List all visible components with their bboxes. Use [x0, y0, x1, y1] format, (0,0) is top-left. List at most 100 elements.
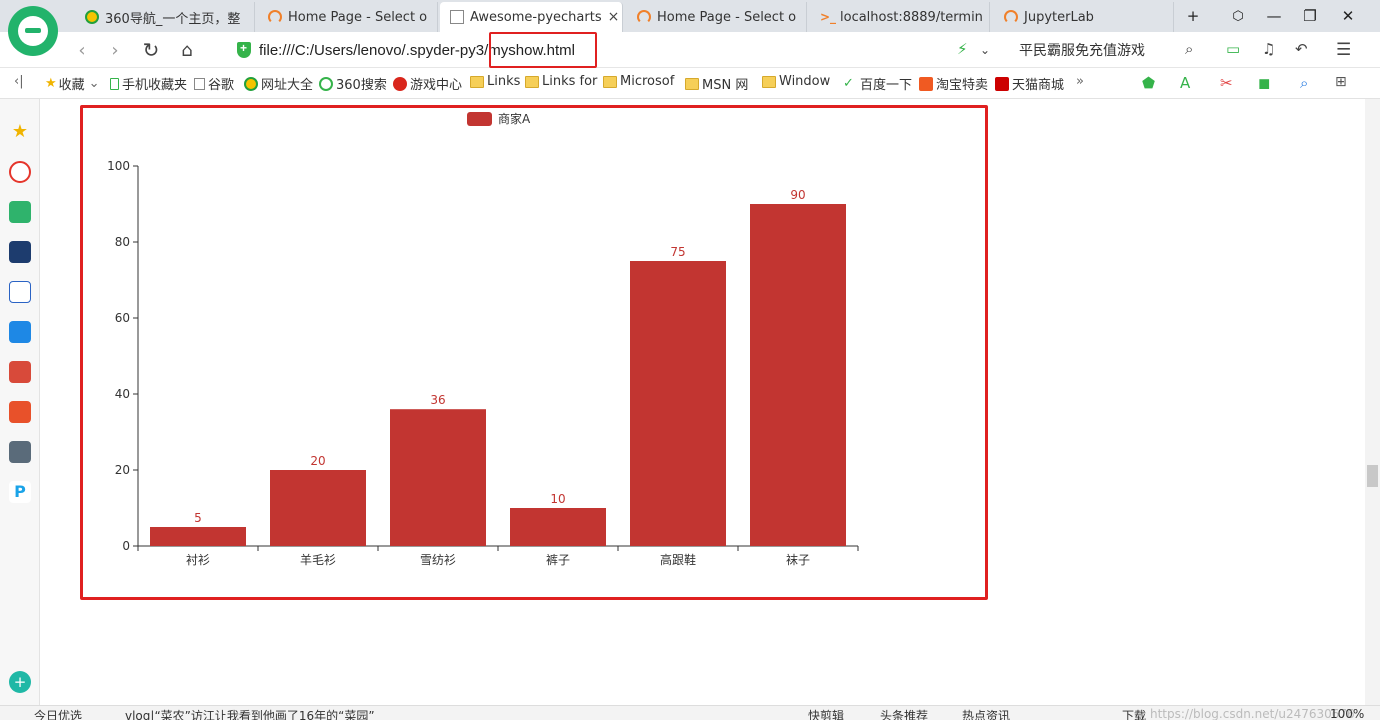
tab-360-nav[interactable]: 360导航_一个主页，整	[75, 2, 255, 32]
status-news-ticker[interactable]: vlog|“菜农”访江让我看到他画了16年的“菜园”	[125, 707, 375, 720]
status-today-pick[interactable]: 今日优选	[34, 707, 82, 720]
folder-icon	[525, 75, 539, 88]
url-prefix: file:///C:/Users/lenovo/.spyder-py3/	[259, 41, 489, 59]
bookmark-label: MSN 网	[702, 78, 749, 93]
maximize-button[interactable]: ❐	[1292, 0, 1328, 32]
y-tick-label: 20	[115, 463, 130, 477]
legend-swatch	[467, 112, 492, 126]
bookmark-label: 天猫商城	[1012, 78, 1065, 93]
shield-ext-icon[interactable]: ⬟	[1142, 74, 1155, 92]
undo-icon[interactable]: ↶	[1295, 40, 1308, 58]
back-arrow-icon[interactable]: ‹	[70, 38, 94, 62]
apps-grid-icon[interactable]: ⊞	[1335, 74, 1347, 90]
y-tick-label: 0	[122, 539, 130, 553]
close-window-button[interactable]: ✕	[1330, 0, 1366, 32]
360-icon	[244, 76, 258, 91]
bookmark-item[interactable]: 谷歌	[194, 74, 234, 93]
favorites-icon[interactable]: ★	[9, 121, 31, 143]
new-tab-button[interactable]: +	[1175, 0, 1211, 32]
bookmark-label: 百度一下	[860, 78, 913, 93]
bookmark-item[interactable]: 手机收藏夹	[110, 74, 187, 93]
shirt-skin-icon[interactable]: ⬡	[1220, 0, 1256, 32]
bookmark-item[interactable]: Window	[762, 74, 830, 89]
tab-label: Home Page - Select o	[657, 9, 797, 25]
forward-arrow-icon[interactable]: ›	[103, 38, 127, 62]
more-bookmarks-icon[interactable]: »	[1076, 74, 1084, 89]
tab-terminal[interactable]: >_ localhost:8889/termin	[810, 2, 990, 32]
bookmark-item[interactable]: Links	[470, 74, 520, 89]
bookmark-label: Links	[487, 74, 521, 89]
bookmark-item[interactable]: Links for	[525, 74, 597, 89]
bar	[630, 261, 726, 546]
search-icon[interactable]: ⌕	[1185, 40, 1193, 58]
phone-icon	[110, 77, 119, 90]
y-tick-label: 80	[115, 235, 130, 249]
bookmark-item[interactable]: 360搜索	[319, 74, 387, 93]
chart-container: 商家A 0 20 40 60 80 100 衬衫 5 羊毛衫 20 雪纺衫 36 裤子 10 高跟鞋 75 袜子 9…	[80, 105, 988, 600]
page-content: 商家A 0 20 40 60 80 100 衬衫 5 羊毛衫 20 雪纺衫 36 裤子 10 高跟鞋 75 袜子 9…	[40, 99, 1365, 705]
x-tick-label: 羊毛衫	[300, 552, 336, 567]
game-app-icon[interactable]	[9, 361, 31, 383]
news-icon[interactable]	[9, 241, 31, 263]
mail-icon[interactable]	[9, 201, 31, 223]
chevron-down-icon[interactable]: ⌄	[980, 43, 990, 57]
tab-home-page-2[interactable]: Home Page - Select o	[627, 2, 807, 32]
star-icon: ★	[45, 76, 57, 91]
sidebar-toggle-icon[interactable]: ‹|	[14, 74, 24, 89]
bar-data-label: 5	[194, 511, 202, 525]
status-headlines[interactable]: 头条推荐	[880, 707, 928, 720]
bookmark-label: 谷歌	[208, 78, 235, 93]
tab-label: 360导航_一个主页，整	[105, 11, 241, 27]
word-doc-icon[interactable]	[9, 281, 31, 303]
browser-logo-icon[interactable]	[8, 6, 58, 56]
bookmark-item[interactable]: 天猫商城	[995, 74, 1064, 93]
headphones-icon[interactable]: ♫	[1262, 40, 1275, 58]
lightning-icon[interactable]: ⚡	[957, 40, 968, 58]
game-app-icon[interactable]	[9, 401, 31, 423]
folder-icon	[685, 77, 699, 90]
bookmark-item[interactable]: ✓ 百度一下	[843, 74, 912, 93]
bookmark-item[interactable]: MSN 网	[685, 74, 748, 93]
tab-jupyterlab[interactable]: JupyterLab	[994, 2, 1174, 32]
bookmark-label: 手机收藏夹	[122, 78, 188, 93]
tab-label: Awesome-pyecharts	[470, 9, 602, 25]
tab-home-page-1[interactable]: Home Page - Select o	[258, 2, 438, 32]
status-download[interactable]: 下载	[1122, 707, 1146, 720]
document-icon	[450, 10, 464, 24]
translate-ext-icon[interactable]: A	[1180, 74, 1190, 92]
scrollbar-thumb[interactable]	[1367, 465, 1378, 487]
pay-icon[interactable]: P	[9, 481, 31, 503]
weibo-icon[interactable]	[9, 161, 31, 183]
zoom-level[interactable]: 100%	[1330, 707, 1364, 720]
magnifier-ext-icon[interactable]: ⌕	[1300, 74, 1308, 92]
scissors-icon[interactable]: ✂	[1220, 74, 1233, 92]
bookmark-label: Microsof	[620, 74, 675, 89]
legend-label: 商家A	[498, 111, 531, 126]
bookmark-item[interactable]: 淘宝特卖	[919, 74, 988, 93]
home-icon[interactable]: ⌂	[175, 38, 199, 62]
refresh-icon[interactable]: ↻	[139, 38, 163, 62]
bar-chart: 商家A 0 20 40 60 80 100 衬衫 5 羊毛衫 20 雪纺衫 36 裤子 10 高跟鞋 75 袜子 9…	[107, 111, 859, 567]
folder-icon	[470, 75, 484, 88]
tab-awesome-pyecharts[interactable]: Awesome-pyecharts ×	[440, 2, 623, 32]
vertical-scrollbar[interactable]	[1365, 99, 1380, 705]
status-quick-edit[interactable]: 快剪辑	[808, 707, 844, 720]
bookmark-item[interactable]: Microsof	[603, 74, 674, 89]
url-bar[interactable]: file:///C:/Users/lenovo/.spyder-py3/mysh…	[237, 36, 997, 64]
chat-icon[interactable]	[9, 321, 31, 343]
tmall-icon	[995, 76, 1009, 91]
bookmark-label: 淘宝特卖	[936, 78, 989, 93]
bookmark-label: Links for	[542, 74, 598, 89]
status-hot-news[interactable]: 热点资讯	[962, 707, 1010, 720]
bookmark-item[interactable]: ★ 收藏 ⌄	[45, 74, 100, 93]
battery-icon[interactable]: ▭	[1226, 40, 1240, 58]
close-tab-icon[interactable]: ×	[602, 9, 620, 25]
bookmark-item[interactable]: 游戏中心	[393, 74, 462, 93]
menu-icon[interactable]: ☰	[1336, 40, 1351, 60]
search-suggestion[interactable]: 平民霸服免充值游戏	[1019, 40, 1145, 60]
gamepad-icon[interactable]: ◼	[1258, 74, 1270, 92]
game-app-icon[interactable]	[9, 441, 31, 463]
add-app-icon[interactable]: +	[9, 671, 31, 693]
minimize-button[interactable]: —	[1256, 0, 1292, 32]
bookmark-item[interactable]: 网址大全	[244, 74, 313, 93]
